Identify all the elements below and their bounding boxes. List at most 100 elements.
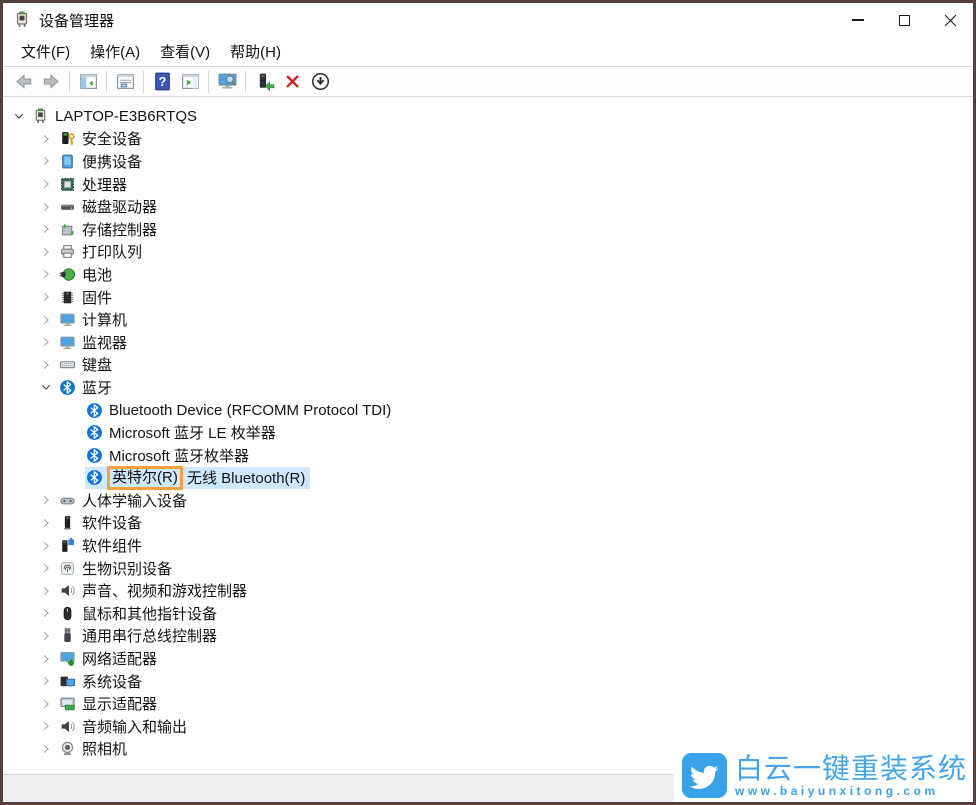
tree-item-core: 网络适配器 [58, 647, 162, 670]
tree-item-firmware[interactable]: 固件 [3, 286, 973, 309]
tree-item-mice-pointing-devices[interactable]: 鼠标和其他指针设备 [3, 602, 973, 625]
gamepad-icon [58, 491, 76, 509]
tree-item-label: 无线 Bluetooth(R) [183, 467, 306, 488]
chevron-right-icon[interactable] [38, 515, 54, 531]
tree-item-label: Microsoft 蓝牙枚举器 [109, 445, 249, 466]
toolbar: ? [3, 66, 973, 97]
chevron-right-icon[interactable] [38, 266, 54, 282]
tree-item-monitors[interactable]: 监视器 [3, 331, 973, 354]
menu-item-view[interactable]: 查看(V) [150, 38, 220, 65]
tree-item-core: Bluetooth Device (RFCOMM Protocol TDI) [85, 399, 396, 422]
uninstall-button[interactable] [278, 69, 306, 95]
chevron-right-icon[interactable] [38, 221, 54, 237]
chevron-right-icon[interactable] [38, 131, 54, 147]
toolbar-group [74, 69, 102, 95]
chevron-right-icon[interactable] [38, 651, 54, 667]
menu-item-action[interactable]: 操作(A) [80, 38, 150, 65]
back-button[interactable] [9, 69, 37, 95]
tree-item-human-interface-devices[interactable]: 人体学输入设备 [3, 489, 973, 512]
menu-item-help[interactable]: 帮助(H) [220, 38, 291, 65]
security-device-icon [58, 130, 76, 148]
chevron-right-icon[interactable] [38, 605, 54, 621]
tree-item-intel-wireless-bluetooth[interactable]: 英特尔(R) 无线 Bluetooth(R) [3, 467, 973, 490]
action-pane-button[interactable] [176, 69, 204, 95]
bluetooth-icon [85, 401, 103, 419]
tree-item-root-computer[interactable]: LAPTOP-E3B6RTQS [3, 105, 973, 128]
tree-item-processors[interactable]: 处理器 [3, 173, 973, 196]
chevron-right-icon[interactable] [38, 696, 54, 712]
chevron-right-icon[interactable] [38, 741, 54, 757]
chevron-placeholder [65, 425, 81, 441]
tree-item-label: 电池 [82, 264, 112, 285]
scan-hardware-button[interactable] [213, 69, 241, 95]
svg-text:?: ? [158, 75, 166, 89]
tree-item-core: 电池 [58, 263, 117, 286]
tree-item-security-devices[interactable]: 安全设备 [3, 128, 973, 151]
tree-item-system-devices[interactable]: 系统设备 [3, 670, 973, 693]
chevron-right-icon[interactable] [38, 718, 54, 734]
chevron-right-icon[interactable] [38, 176, 54, 192]
chevron-right-icon[interactable] [38, 312, 54, 328]
tree-item-computer[interactable]: 计算机 [3, 308, 973, 331]
monitor-icon [58, 333, 76, 351]
maximize-button[interactable] [881, 3, 927, 37]
menu-item-file[interactable]: 文件(F) [11, 38, 80, 65]
camera-icon [58, 740, 76, 758]
tree-item-display-adapters[interactable]: 显示适配器 [3, 692, 973, 715]
tree-item-portable-devices[interactable]: 便携设备 [3, 150, 973, 173]
tree-item-print-queues[interactable]: 打印队列 [3, 241, 973, 264]
chevron-right-icon[interactable] [38, 560, 54, 576]
chevron-down-icon[interactable] [11, 108, 27, 124]
update-driver-button[interactable] [250, 69, 278, 95]
minimize-button[interactable] [835, 3, 881, 37]
chevron-right-icon[interactable] [38, 244, 54, 260]
chevron-right-icon[interactable] [38, 583, 54, 599]
tree-item-keyboards[interactable]: 键盘 [3, 354, 973, 377]
tree-item-sound-video-game-controllers[interactable]: 声音、视频和游戏控制器 [3, 579, 973, 602]
console-tree-button[interactable] [74, 69, 102, 95]
monitor-icon [58, 311, 76, 329]
battery-icon [58, 265, 76, 283]
tree-item-audio-inputs-outputs[interactable]: 音频输入和输出 [3, 715, 973, 738]
tree-item-label: 软件组件 [82, 535, 142, 556]
chevron-right-icon[interactable] [38, 334, 54, 350]
help-button[interactable]: ? [148, 69, 176, 95]
chevron-down-icon[interactable] [38, 379, 54, 395]
chevron-right-icon[interactable] [38, 538, 54, 554]
tree-item-software-components[interactable]: 软件组件 [3, 534, 973, 557]
tree-item-software-devices[interactable]: 软件设备 [3, 512, 973, 535]
tree-item-core: 生物识别设备 [58, 557, 177, 580]
properties-button[interactable] [111, 69, 139, 95]
tree-item-microsoft-bluetooth-le-enumerator[interactable]: Microsoft 蓝牙 LE 枚举器 [3, 421, 973, 444]
action-pane-icon [180, 71, 201, 92]
tree-item-batteries[interactable]: 电池 [3, 263, 973, 286]
tree-item-usb-controllers[interactable]: 通用串行总线控制器 [3, 625, 973, 648]
disable-button[interactable] [306, 69, 334, 95]
system-device-icon [58, 672, 76, 690]
chevron-right-icon[interactable] [38, 357, 54, 373]
tree-item-biometric-devices[interactable]: 生物识别设备 [3, 557, 973, 580]
forward-button[interactable] [37, 69, 65, 95]
tree-item-core: 系统设备 [58, 670, 147, 693]
chevron-right-icon[interactable] [38, 673, 54, 689]
tree-item-label: 计算机 [82, 309, 127, 330]
tree-item-label: 通用串行总线控制器 [82, 625, 217, 646]
tree-item-network-adapters[interactable]: 网络适配器 [3, 647, 973, 670]
computer-icon [31, 107, 49, 125]
tree-item-storage-controllers[interactable]: 存储控制器 [3, 218, 973, 241]
chevron-right-icon[interactable] [38, 199, 54, 215]
chevron-right-icon[interactable] [38, 289, 54, 305]
close-button[interactable] [927, 3, 973, 37]
chevron-right-icon[interactable] [38, 628, 54, 644]
tree-item-microsoft-bluetooth-enumerator[interactable]: Microsoft 蓝牙枚举器 [3, 444, 973, 467]
tree-item-bluetooth[interactable]: 蓝牙 [3, 376, 973, 399]
minimize-icon [852, 19, 864, 21]
chevron-right-icon[interactable] [38, 492, 54, 508]
tree-item-bluetooth-device-rfcomm[interactable]: Bluetooth Device (RFCOMM Protocol TDI) [3, 399, 973, 422]
tree-item-label: 软件设备 [82, 512, 142, 533]
tree-item-disk-drives[interactable]: 磁盘驱动器 [3, 195, 973, 218]
keyboard-icon [58, 356, 76, 374]
tree-item-core: 软件组件 [58, 534, 147, 557]
chevron-right-icon[interactable] [38, 153, 54, 169]
tree-item-label: 固件 [82, 287, 112, 308]
